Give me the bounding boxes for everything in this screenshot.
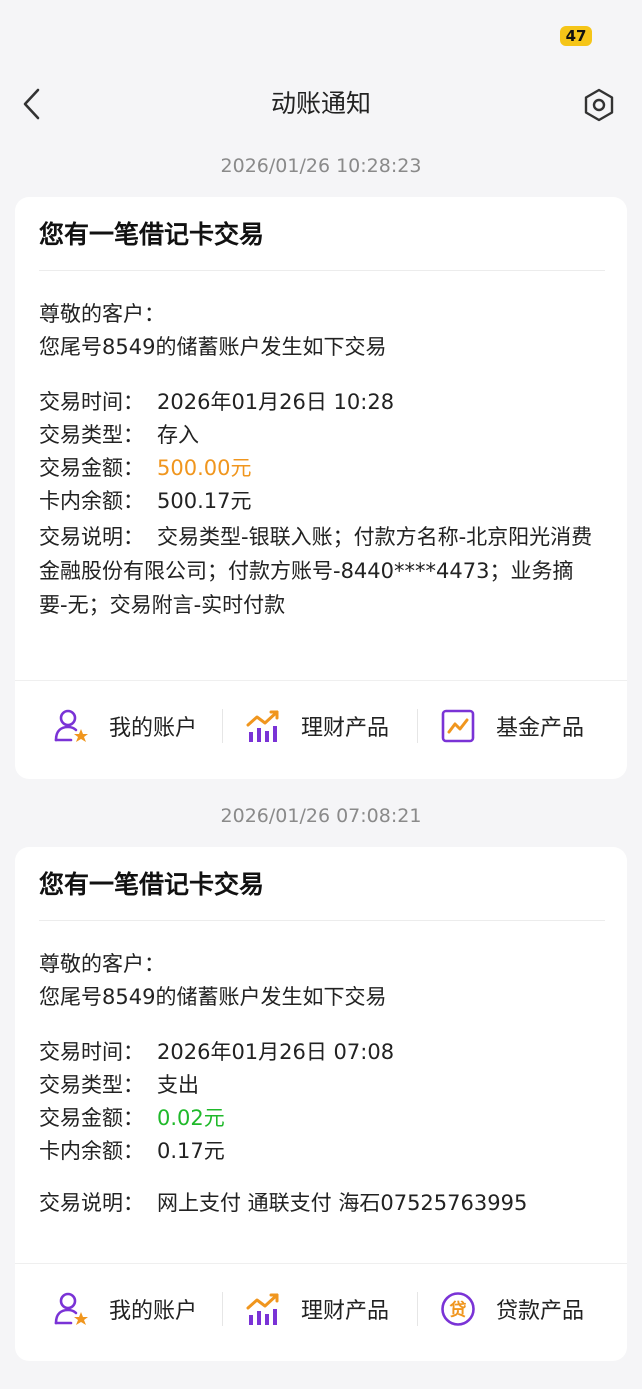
wealth-products-button[interactable]: 理财产品 (245, 706, 389, 746)
field-row: 交易时间： 2026年01月26日 10:28 (39, 386, 394, 419)
description-block: 交易说明： 网上支付 通联支付 海石07525763995 (39, 1187, 527, 1220)
my-account-button[interactable]: 我的账户 (53, 1289, 197, 1329)
my-account-label: 我的账户 (109, 1299, 198, 1324)
nav-bar: 动账通知 (0, 70, 642, 138)
card-title: 您有一笔借记卡交易 (39, 870, 265, 899)
wealth-products-button[interactable]: 理财产品 (245, 1289, 389, 1329)
action-separator (417, 709, 418, 743)
settings-button[interactable] (582, 88, 616, 122)
field-row: 交易金额： 500.00元 (39, 452, 251, 485)
my-account-button[interactable]: 我的账户 (53, 706, 197, 746)
page-title: 动账通知 (270, 89, 371, 118)
intro-text: 您尾号8549的储蓄账户发生如下交易 (39, 985, 387, 1009)
card-divider (39, 920, 605, 921)
loan-products-button[interactable]: 贷 贷款产品 (440, 1289, 584, 1329)
status-bar: 47 (0, 0, 642, 70)
transaction-card[interactable]: 您有一笔借记卡交易 尊敬的客户： 您尾号8549的储蓄账户发生如下交易 交易时间… (15, 847, 627, 1361)
field-row: 卡内余额： 500.17元 (39, 485, 251, 518)
fund-products-button[interactable]: 基金产品 (440, 706, 584, 746)
loan-products-label: 贷款产品 (496, 1299, 585, 1324)
description-label: 交易说明： (39, 525, 144, 549)
card-footer-divider (15, 680, 627, 681)
fund-products-label: 基金产品 (496, 716, 585, 741)
battery-indicator: 47 (560, 26, 592, 46)
message-timestamp: 2026/01/26 10:28:23 (220, 155, 422, 177)
field-label: 交易类型： (39, 1073, 144, 1097)
intro-text: 您尾号8549的储蓄账户发生如下交易 (39, 335, 387, 359)
wealth-chart-icon (246, 1293, 279, 1325)
field-value: 存入 (157, 423, 199, 447)
transaction-card[interactable]: 您有一笔借记卡交易 尊敬的客户： 您尾号8549的储蓄账户发生如下交易 交易时间… (15, 197, 627, 779)
card-divider (39, 270, 605, 271)
card-footer-divider (15, 1263, 627, 1264)
wealth-products-label: 理财产品 (301, 1299, 390, 1324)
field-label: 交易时间： (39, 1040, 144, 1064)
field-row: 交易时间： 2026年01月26日 07:08 (39, 1036, 394, 1069)
description-block: 交易说明： 交易类型-银联入账；付款方名称-北京阳光消费金融股份有限公司；付款方账… (39, 520, 599, 622)
loan-icon: 贷 (441, 1292, 475, 1326)
field-value: 2026年01月26日 10:28 (157, 390, 395, 414)
action-separator (222, 709, 223, 743)
hexagon-settings-icon (584, 88, 614, 122)
loan-glyph: 贷 (450, 1300, 467, 1321)
field-label: 交易金额： (39, 1106, 144, 1130)
field-label: 卡内余额： (39, 489, 144, 513)
field-row: 交易类型： 存入 (39, 419, 199, 452)
account-icon (54, 709, 88, 742)
field-value: 500.17元 (157, 489, 252, 513)
field-label: 交易时间： (39, 390, 144, 414)
field-row: 卡内余额： 0.17元 (39, 1135, 225, 1168)
wealth-chart-icon (246, 710, 279, 742)
my-account-label: 我的账户 (109, 716, 198, 741)
fund-chart-icon (441, 709, 475, 743)
greeting-text: 尊敬的客户： (39, 952, 165, 976)
amount-value: 500.00元 (157, 456, 252, 480)
action-separator (417, 1292, 418, 1326)
field-row: 交易类型： 支出 (39, 1069, 199, 1102)
account-icon (54, 1292, 88, 1325)
field-label: 交易类型： (39, 423, 144, 447)
greeting-text: 尊敬的客户： (39, 302, 165, 326)
action-separator (222, 1292, 223, 1326)
field-label: 卡内余额： (39, 1139, 144, 1163)
wealth-products-label: 理财产品 (301, 716, 390, 741)
field-row: 交易金额： 0.02元 (39, 1102, 225, 1135)
field-label: 交易金额： (39, 456, 144, 480)
field-value: 2026年01月26日 07:08 (157, 1040, 395, 1064)
description-text: 网上支付 通联支付 海石07525763995 (157, 1191, 528, 1215)
description-label: 交易说明： (39, 1191, 144, 1215)
field-value: 支出 (157, 1073, 199, 1097)
message-timestamp: 2026/01/26 07:08:21 (220, 805, 422, 827)
amount-value: 0.02元 (157, 1106, 225, 1130)
field-value: 0.17元 (157, 1139, 225, 1163)
card-title: 您有一笔借记卡交易 (39, 220, 265, 249)
